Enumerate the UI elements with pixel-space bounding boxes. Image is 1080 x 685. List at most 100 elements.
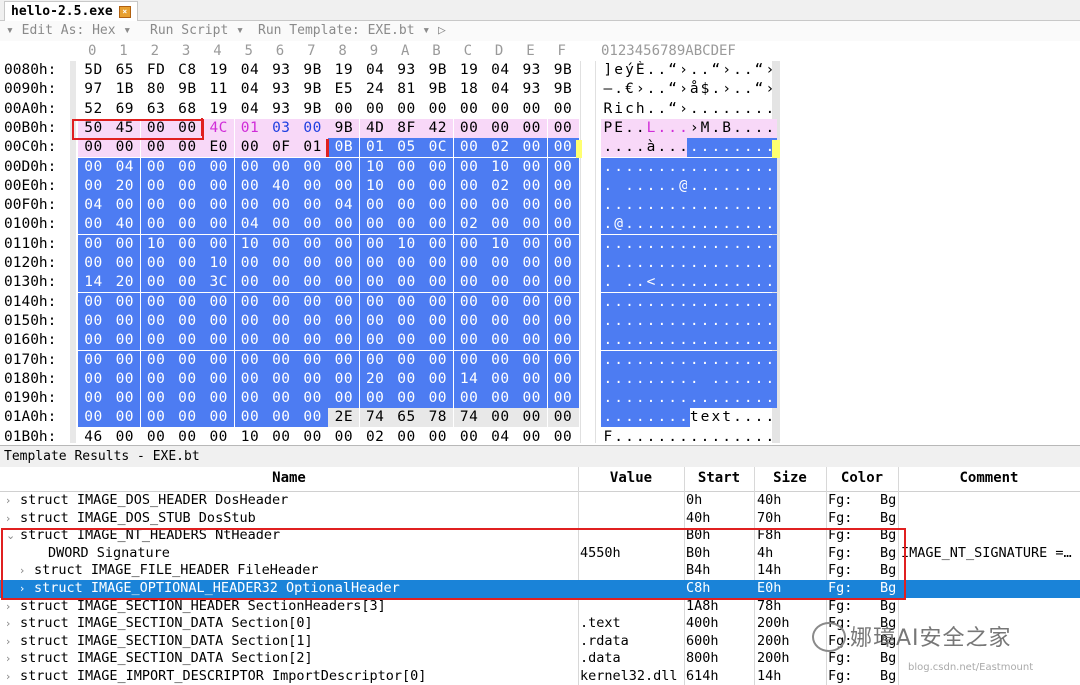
ascii-char[interactable]: . (763, 369, 777, 389)
hex-byte[interactable]: FD (141, 61, 172, 80)
hex-byte[interactable]: 00 (328, 331, 360, 351)
hex-byte[interactable]: 00 (422, 350, 454, 370)
hex-byte[interactable]: 93 (516, 80, 547, 99)
table-row[interactable]: › struct IMAGE_DOS_HEADER DosHeader 0h 40h F… (0, 492, 1080, 510)
hex-byte[interactable]: 63 (141, 100, 172, 119)
ascii-char[interactable]: . (763, 196, 777, 216)
hex-byte[interactable]: 04 (109, 157, 141, 177)
hex-byte[interactable]: 00 (265, 157, 297, 177)
hex-byte[interactable]: 00 (265, 350, 297, 370)
hex-byte[interactable]: 00 (140, 369, 172, 389)
hex-byte[interactable]: 00 (516, 273, 548, 293)
hex-byte[interactable]: 10 (140, 234, 172, 254)
hex-byte[interactable]: 04 (485, 80, 516, 99)
hex-byte[interactable]: 00 (328, 157, 360, 177)
hex-byte[interactable]: 00 (422, 389, 454, 409)
column-color[interactable]: Color (826, 470, 898, 486)
expand-chevron-icon[interactable]: › (6, 510, 10, 528)
hex-byte[interactable]: 00 (234, 311, 266, 331)
hex-byte[interactable]: 00 (171, 389, 203, 409)
ascii-char[interactable]: › (763, 80, 777, 99)
hex-byte[interactable]: 00 (359, 331, 391, 351)
hex-byte[interactable]: 00 (391, 157, 422, 177)
hex-byte[interactable]: 74 (359, 408, 391, 428)
hex-byte[interactable]: 00 (297, 311, 329, 331)
hex-byte[interactable]: 04 (234, 215, 266, 235)
hex-byte[interactable]: 00 (391, 331, 422, 351)
hex-byte[interactable]: 00 (359, 196, 391, 216)
ascii-char[interactable]: . (763, 292, 777, 312)
hex-byte[interactable]: 00 (516, 350, 548, 370)
hex-byte[interactable]: 00 (203, 311, 235, 331)
hex-byte[interactable]: 00 (391, 254, 422, 273)
hex-byte[interactable]: 00 (516, 254, 548, 273)
hex-byte[interactable]: 00 (140, 389, 172, 409)
hex-byte[interactable]: 00 (422, 157, 454, 177)
hex-byte[interactable]: 00 (297, 408, 329, 428)
hex-byte[interactable]: 00 (360, 100, 391, 119)
hex-byte[interactable]: 00 (359, 234, 391, 254)
hex-byte[interactable]: 00 (78, 369, 109, 389)
hex-byte[interactable]: 42 (422, 118, 454, 138)
hex-byte[interactable]: 00 (516, 311, 548, 331)
ascii-char[interactable]: . (763, 234, 777, 254)
hex-byte[interactable]: 9B (548, 61, 579, 80)
hex-byte[interactable]: 00 (328, 292, 360, 312)
hex-byte[interactable]: 00 (359, 350, 391, 370)
hex-byte[interactable]: 00 (78, 157, 109, 177)
hex-byte[interactable]: 00 (140, 215, 172, 235)
hex-byte[interactable]: 9B (297, 100, 328, 119)
hex-byte[interactable]: 00 (234, 138, 266, 158)
hex-byte[interactable]: 00 (516, 196, 548, 216)
hex-byte[interactable]: E5 (328, 80, 359, 99)
column-value[interactable]: Value (578, 470, 684, 486)
hex-byte[interactable]: 00 (453, 331, 485, 351)
ascii-char[interactable]: . (763, 350, 777, 370)
hex-byte[interactable]: 00 (297, 331, 329, 351)
hex-byte[interactable]: 00 (422, 196, 454, 216)
hex-byte[interactable]: 10 (359, 157, 391, 177)
hex-byte[interactable]: 9B (548, 80, 579, 99)
hex-byte[interactable]: 00 (140, 292, 172, 312)
hex-byte[interactable]: 00 (171, 234, 203, 254)
hex-byte[interactable]: 00 (265, 234, 297, 254)
table-row[interactable]: › struct IMAGE_SECTION_HEADER SectionHead… (0, 598, 1080, 616)
column-name[interactable]: Name (0, 470, 578, 486)
hex-byte[interactable]: 00 (171, 311, 203, 331)
hex-byte[interactable]: 05 (391, 138, 422, 158)
hex-byte[interactable]: 00 (297, 292, 329, 312)
edit-as-menu[interactable]: ▾ Edit As: Hex ▾ (6, 21, 131, 41)
hex-byte[interactable]: 00 (516, 292, 548, 312)
hex-byte[interactable]: 00 (234, 176, 266, 196)
hex-byte[interactable]: 00 (453, 254, 485, 273)
hex-byte[interactable]: 20 (109, 176, 141, 196)
hex-byte[interactable]: 00 (516, 176, 548, 196)
hex-byte[interactable]: 00 (140, 176, 172, 196)
hex-byte[interactable]: 00 (516, 100, 547, 119)
hex-byte[interactable]: 00 (328, 100, 359, 119)
hex-byte[interactable]: 00 (516, 389, 548, 409)
hex-byte[interactable]: 00 (422, 176, 454, 196)
hex-byte[interactable]: 00 (422, 100, 453, 119)
hex-byte[interactable]: 00 (547, 311, 579, 331)
hex-byte[interactable]: 14 (453, 369, 485, 389)
hex-byte[interactable]: 00 (484, 331, 516, 351)
hex-byte[interactable]: 00 (265, 196, 297, 216)
hex-byte[interactable]: 9B (422, 80, 453, 99)
hex-byte[interactable]: 74 (453, 408, 485, 428)
hex-byte[interactable]: 9B (328, 118, 360, 138)
hex-byte[interactable]: 00 (516, 331, 548, 351)
hex-byte[interactable]: 00 (547, 196, 579, 216)
hex-byte[interactable]: 00 (328, 215, 360, 235)
hex-byte[interactable]: 00 (171, 350, 203, 370)
hex-byte[interactable]: 00 (453, 196, 485, 216)
hex-byte[interactable]: 00 (548, 428, 579, 443)
hex-byte[interactable]: 00 (234, 273, 266, 293)
hex-byte[interactable]: 00 (422, 254, 454, 273)
hex-byte[interactable]: 93 (266, 61, 297, 80)
hex-byte[interactable]: 00 (359, 215, 391, 235)
hex-byte[interactable]: 8F (391, 118, 422, 138)
hex-byte[interactable]: 00 (297, 254, 329, 273)
hex-byte[interactable]: 9B (172, 80, 203, 99)
hex-byte[interactable]: 00 (328, 176, 360, 196)
